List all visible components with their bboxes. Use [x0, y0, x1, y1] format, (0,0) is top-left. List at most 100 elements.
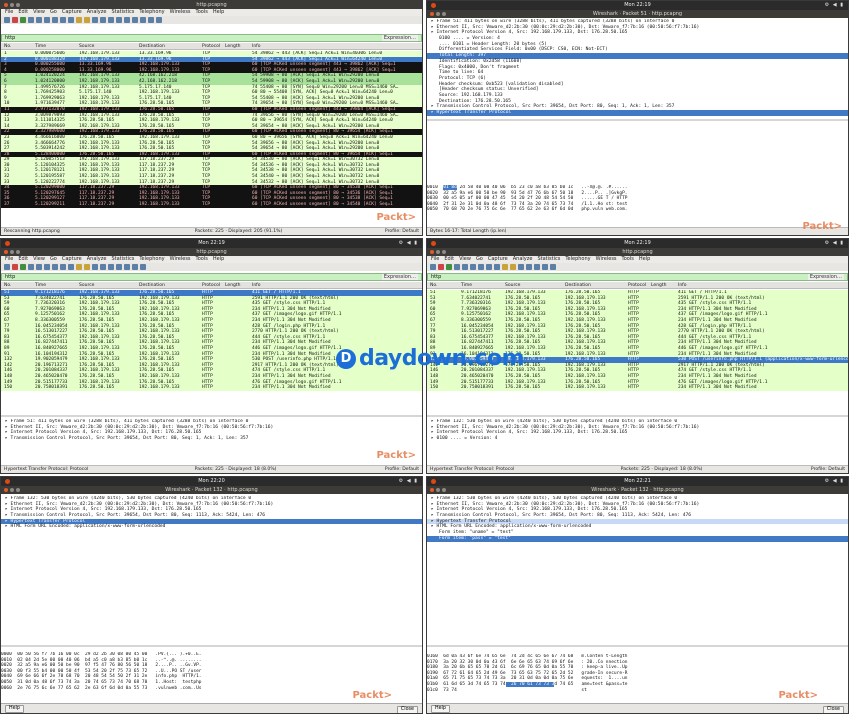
menu-statistics[interactable]: Statistics — [537, 256, 560, 262]
restart-capture-icon[interactable] — [20, 17, 26, 23]
help-button[interactable]: Help — [5, 705, 24, 713]
menu-go[interactable]: Go — [50, 256, 57, 262]
menu-file[interactable]: File — [5, 9, 13, 15]
menu-view[interactable]: View — [459, 256, 471, 262]
stop-capture-icon[interactable] — [12, 17, 18, 23]
reload-icon[interactable] — [60, 264, 66, 270]
minimize-dot-icon[interactable] — [436, 12, 440, 16]
expression-button[interactable]: Expression… — [381, 274, 418, 280]
minimize-dot-icon[interactable] — [10, 488, 14, 492]
col-source[interactable]: Source — [505, 282, 520, 289]
status-profile[interactable]: Profile: Default — [385, 466, 419, 473]
close-file-icon[interactable] — [52, 264, 58, 270]
last-packet-icon[interactable] — [534, 264, 540, 270]
shark-fin-start-icon[interactable] — [4, 17, 10, 23]
menu-telephony[interactable]: Telephony — [565, 256, 590, 262]
menu-help[interactable]: Help — [639, 256, 650, 262]
packet-row[interactable]: 150 20.758018391 176.28.50.165 192.168.179.… — [1, 385, 422, 391]
first-packet-icon[interactable] — [100, 264, 106, 270]
stop-capture-icon[interactable] — [438, 264, 444, 270]
autoscroll-icon[interactable] — [116, 264, 122, 270]
minimize-dot-icon[interactable] — [10, 250, 14, 254]
detail-item[interactable]: ▸ Transmission Control Protocol, Src Por… — [1, 436, 422, 442]
status-profile[interactable]: Profile: Default — [385, 228, 419, 235]
col-time[interactable]: Time — [35, 43, 46, 50]
detail-item[interactable]: ▸ HTML Form URL Encoded: application/x-w… — [1, 524, 422, 530]
expression-button[interactable]: Expression… — [381, 35, 418, 41]
status-profile[interactable]: Profile: Default — [811, 466, 845, 473]
maximize-dot-icon[interactable] — [442, 488, 446, 492]
packet-row[interactable]: 37 5.120299211 117.18.237.29 192.168.179.13… — [1, 202, 422, 208]
pane-splitter[interactable] — [427, 645, 848, 647]
autoscroll-icon[interactable] — [116, 17, 122, 23]
menu-tools[interactable]: Tools — [196, 256, 208, 262]
go-back-icon[interactable] — [76, 264, 82, 270]
col-info[interactable]: Info — [678, 282, 687, 289]
open-file-icon[interactable] — [36, 264, 42, 270]
minimize-dot-icon[interactable] — [10, 3, 14, 7]
options-icon[interactable] — [28, 264, 34, 270]
maximize-dot-icon[interactable] — [16, 3, 20, 7]
maximize-dot-icon[interactable] — [442, 250, 446, 254]
zoom-in-icon[interactable] — [132, 264, 138, 270]
menu-edit[interactable]: Edit — [444, 256, 454, 262]
stop-capture-icon[interactable] — [12, 264, 18, 270]
close-dot-icon[interactable] — [430, 12, 434, 16]
maximize-dot-icon[interactable] — [16, 488, 20, 492]
go-forward-icon[interactable] — [84, 264, 90, 270]
menu-statistics[interactable]: Statistics — [111, 256, 134, 262]
detail-item[interactable]: Form item: "pass" = "test" — [427, 535, 848, 542]
shark-fin-start-icon[interactable] — [430, 264, 436, 270]
last-packet-icon[interactable] — [108, 17, 114, 23]
zoom-out-icon[interactable] — [140, 17, 146, 23]
zoom-out-icon[interactable] — [140, 264, 146, 270]
col-time[interactable]: Time — [35, 282, 46, 289]
open-file-icon[interactable] — [462, 264, 468, 270]
display-filter-input[interactable]: http Expression… — [1, 34, 422, 42]
col-no[interactable]: No. — [430, 282, 437, 289]
first-packet-icon[interactable] — [100, 17, 106, 23]
col-length[interactable]: Length — [225, 282, 241, 289]
menu-wireless[interactable]: Wireless — [170, 256, 191, 262]
close-dot-icon[interactable] — [430, 250, 434, 254]
maximize-dot-icon[interactable] — [442, 12, 446, 16]
pane-splitter[interactable] — [1, 415, 422, 417]
menu-tools[interactable]: Tools — [196, 9, 208, 15]
menu-help[interactable]: Help — [213, 256, 224, 262]
autoscroll-icon[interactable] — [542, 264, 548, 270]
col-destination[interactable]: Destination — [139, 43, 165, 50]
menu-go[interactable]: Go — [476, 256, 483, 262]
detail-item[interactable]: ▸ 0100 .... = Version: 4 — [427, 436, 848, 442]
maximize-dot-icon[interactable] — [16, 250, 20, 254]
save-file-icon[interactable] — [44, 264, 50, 270]
menu-edit[interactable]: Edit — [18, 9, 28, 15]
packet-row[interactable]: 150 20.758018391 176.28.50.165 192.168.179.… — [427, 385, 848, 391]
close-dot-icon[interactable] — [4, 488, 8, 492]
col-protocol[interactable]: Protocol — [202, 282, 220, 289]
col-length[interactable]: Length — [651, 282, 667, 289]
col-source[interactable]: Source — [79, 43, 94, 50]
expression-button[interactable]: Expression… — [807, 274, 844, 280]
pane-splitter[interactable] — [427, 119, 848, 121]
col-no[interactable]: No. — [4, 282, 11, 289]
menu-help[interactable]: Help — [213, 9, 224, 15]
zoom-in-icon[interactable] — [132, 17, 138, 23]
normal-size-icon[interactable] — [148, 17, 154, 23]
menu-file[interactable]: File — [431, 256, 439, 262]
menu-go[interactable]: Go — [50, 9, 57, 15]
menu-view[interactable]: View — [33, 9, 45, 15]
menu-telephony[interactable]: Telephony — [139, 9, 164, 15]
minimize-dot-icon[interactable] — [436, 250, 440, 254]
restart-capture-icon[interactable] — [446, 264, 452, 270]
go-to-packet-icon[interactable] — [92, 264, 98, 270]
save-file-icon[interactable] — [470, 264, 476, 270]
menu-analyze[interactable]: Analyze — [87, 9, 107, 15]
close-dot-icon[interactable] — [4, 3, 8, 7]
go-to-packet-icon[interactable] — [518, 264, 524, 270]
close-button[interactable]: Close — [396, 706, 418, 713]
menu-wireless[interactable]: Wireless — [596, 256, 617, 262]
shark-fin-start-icon[interactable] — [4, 264, 10, 270]
col-length[interactable]: Length — [225, 43, 241, 50]
help-button[interactable]: Help — [431, 705, 450, 713]
restart-capture-icon[interactable] — [20, 264, 26, 270]
